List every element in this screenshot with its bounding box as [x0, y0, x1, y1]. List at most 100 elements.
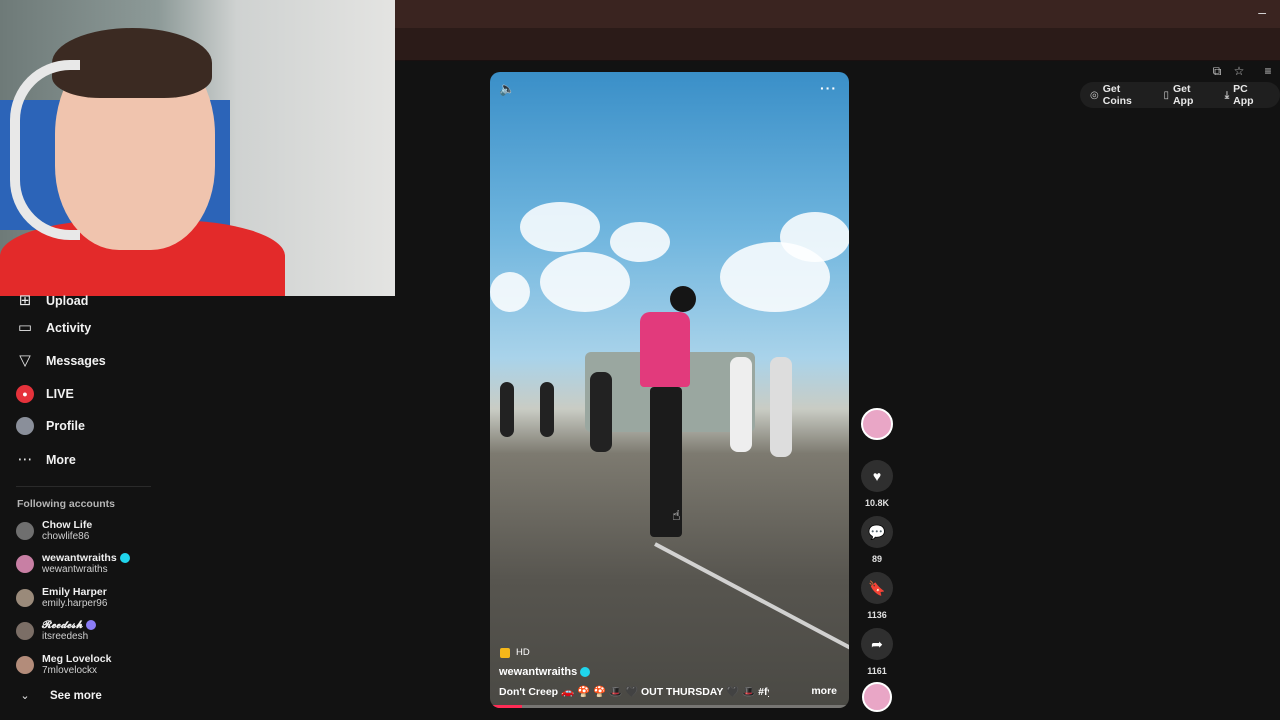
- account-handle: emily.harper96: [42, 598, 108, 609]
- get-coins-label: Get Coins: [1102, 83, 1132, 107]
- video-author[interactable]: wewantwraiths: [499, 666, 591, 678]
- account-name: 𝓡𝓮𝓮𝓭𝓮𝓼𝓱: [42, 619, 83, 631]
- comment-button[interactable]: 💬: [861, 516, 893, 548]
- bookmark-icon: 🔖: [868, 580, 886, 596]
- share-count: 1161: [867, 666, 887, 676]
- cloud: [490, 272, 530, 312]
- sidebar-item-more[interactable]: ⋯ More: [16, 451, 76, 469]
- avatar: [16, 522, 34, 540]
- cloud: [540, 252, 630, 312]
- activity-icon: ▭: [17, 319, 33, 336]
- live-icon: ●: [16, 385, 34, 403]
- verified-icon: [119, 553, 130, 564]
- account-handle: chowlife86: [42, 531, 90, 542]
- sidebar-item-upload[interactable]: ⊞ Upload: [16, 292, 89, 310]
- webcam-overlay: [0, 0, 395, 296]
- browser-address-bar[interactable]: ⧉ ☆ ≡: [395, 28, 1280, 78]
- get-app-button[interactable]: ▯ Get App: [1163, 83, 1212, 107]
- like-count: 10.8K: [864, 498, 890, 508]
- video-caption: Don't Creep 🚗 🍄 🍄 🎩 🖤 OUT THURSDAY 🖤 🎩 #…: [499, 686, 769, 698]
- get-app-label: Get App: [1172, 83, 1194, 107]
- sidebar-item-profile[interactable]: Profile: [16, 417, 85, 435]
- verified-icon: [85, 620, 96, 631]
- account-handle: 7mlovelockx: [42, 665, 98, 676]
- share-icon: ➦: [871, 636, 883, 652]
- messages-icon: ▽: [19, 352, 31, 369]
- following-account[interactable]: Meg Lovelock 7mlovelockx: [16, 653, 111, 677]
- hd-icon: [500, 647, 510, 658]
- download-icon: ⤓: [1224, 89, 1230, 101]
- sound-disc-avatar[interactable]: [862, 682, 892, 712]
- account-name: Meg Lovelock: [42, 653, 112, 665]
- hd-badge: HD: [500, 647, 530, 658]
- top-actions-bar: ◎ Get Coins ▯ Get App ⤓ PC App: [1080, 82, 1280, 108]
- sidebar-item-label: Activity: [46, 321, 92, 335]
- sidebar-item-label: More: [46, 453, 76, 467]
- account-name: Chow Life: [42, 519, 93, 531]
- sidebar-item-label: Profile: [46, 419, 85, 433]
- following-account[interactable]: Chow Life chowlife86: [16, 519, 92, 543]
- following-account[interactable]: 𝓡𝓮𝓮𝓭𝓮𝓼𝓱 itsreedesh: [16, 619, 96, 643]
- like-button[interactable]: ♥: [861, 460, 893, 492]
- more-options-icon[interactable]: ···: [820, 80, 837, 96]
- comment-icon: 💬: [868, 524, 886, 540]
- sidebar-item-label: Messages: [46, 354, 106, 368]
- caption-more-link[interactable]: more: [811, 685, 837, 697]
- mouse-cursor-icon: ☝: [672, 507, 681, 523]
- avatar: [16, 656, 34, 674]
- road-marking: [654, 542, 849, 654]
- minimize-button[interactable]: –: [1258, 4, 1266, 20]
- cloud: [610, 222, 670, 262]
- heart-icon: ♥: [872, 468, 882, 484]
- sidebar-item-label: LIVE: [46, 387, 74, 401]
- browser-title-bar: –: [395, 0, 1280, 28]
- verified-icon: [580, 667, 591, 678]
- upload-icon: ⊞: [18, 292, 32, 309]
- cloud: [780, 212, 849, 262]
- comment-count: 89: [871, 554, 882, 564]
- sidebar-item-activity[interactable]: ▭ Activity: [16, 319, 91, 337]
- following-account[interactable]: Emily Harper emily.harper96: [16, 586, 107, 610]
- video-player[interactable]: 🔈 ··· ☝ HD wewantwraiths Don't Creep 🚗 🍄…: [490, 72, 849, 708]
- save-count: 1136: [867, 610, 887, 620]
- share-button[interactable]: ➦: [861, 628, 893, 660]
- phone-icon: ▯: [1163, 89, 1169, 101]
- sidebar-item-label: Upload: [46, 294, 89, 308]
- get-coins-button[interactable]: ◎ Get Coins: [1090, 83, 1151, 107]
- bystander: [500, 382, 514, 437]
- see-more-button[interactable]: ⌄ See more: [16, 687, 102, 705]
- bystander: [730, 357, 752, 452]
- account-name: wewantwraiths: [42, 552, 117, 564]
- avatar: [16, 555, 34, 573]
- reading-list-icon[interactable]: ≡: [1261, 64, 1275, 78]
- coin-icon: ◎: [1090, 89, 1099, 101]
- following-accounts-title: Following accounts: [17, 498, 116, 510]
- main-person-torso: [640, 312, 690, 387]
- volume-icon[interactable]: 🔈: [499, 81, 515, 97]
- author-name[interactable]: wewantwraiths: [499, 666, 577, 678]
- install-app-icon[interactable]: ⧉: [1210, 64, 1224, 78]
- pc-app-button[interactable]: ⤓ PC App: [1225, 83, 1270, 107]
- account-name: Emily Harper: [42, 586, 107, 598]
- more-icon: ⋯: [17, 451, 33, 468]
- account-handle: itsreedesh: [42, 631, 89, 642]
- video-progress-bar[interactable]: [490, 705, 849, 708]
- bookmark-star-icon[interactable]: ☆: [1232, 64, 1246, 78]
- avatar: [16, 589, 34, 607]
- see-more-label: See more: [50, 690, 102, 702]
- video-progress-fill: [490, 705, 523, 708]
- creator-avatar[interactable]: [861, 408, 893, 440]
- bystander: [540, 382, 554, 437]
- following-account[interactable]: wewantwraiths wewantwraiths: [16, 552, 130, 576]
- headset-icon: [10, 60, 80, 240]
- avatar: [16, 622, 34, 640]
- save-button[interactable]: 🔖: [861, 572, 893, 604]
- cloud: [520, 202, 600, 252]
- chevron-down-icon: ⌄: [20, 690, 30, 702]
- sidebar-item-messages[interactable]: ▽ Messages: [16, 352, 106, 370]
- hd-label: HD: [516, 647, 530, 658]
- pc-app-label: PC App: [1233, 83, 1254, 107]
- sidebar-item-live[interactable]: ● LIVE: [16, 385, 74, 403]
- account-handle: wewantwraiths: [42, 564, 108, 575]
- avatar: [16, 417, 34, 435]
